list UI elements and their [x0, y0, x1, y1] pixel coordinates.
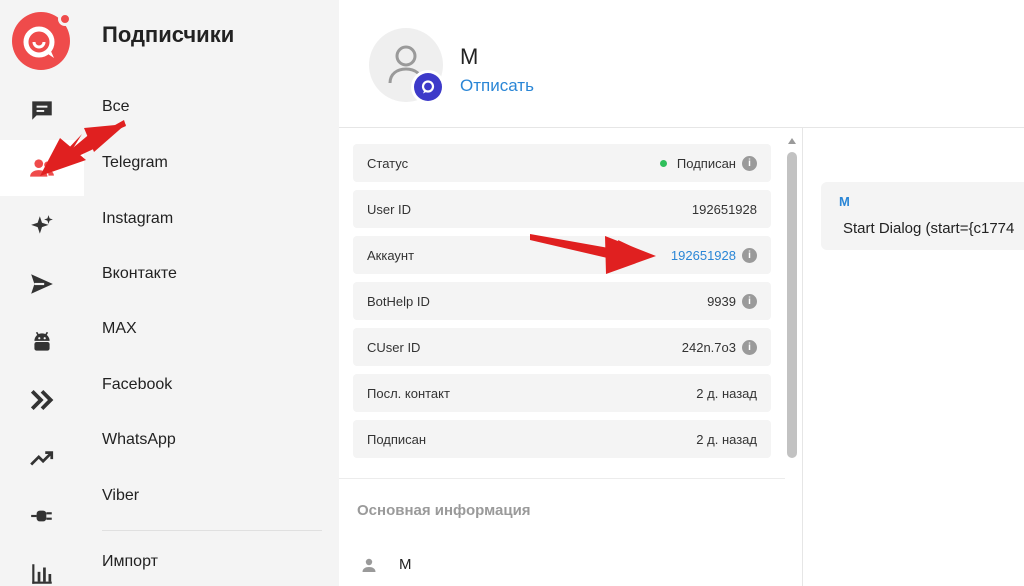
- info-label: Статус: [367, 156, 409, 171]
- notification-dot: [58, 12, 72, 26]
- trending-up-icon: [30, 451, 54, 466]
- user-name: М: [460, 44, 479, 69]
- bothelp-id-value: 9939: [707, 294, 736, 309]
- bar-chart-icon: [32, 564, 52, 584]
- subscribed-value: 2 д. назад: [696, 432, 757, 447]
- android-icon: [34, 331, 50, 351]
- info-icon[interactable]: i: [742, 294, 757, 309]
- subnav-item-vkontakte[interactable]: Вконтакте: [102, 265, 177, 283]
- person-name-value: М: [399, 556, 412, 573]
- info-value-cuser-id: 242n.7o3 i: [682, 340, 757, 355]
- info-label: Аккаунт: [367, 248, 415, 263]
- users-icon: [30, 159, 54, 177]
- plug-icon: [31, 510, 52, 522]
- info-value-status: Подписан i: [659, 156, 757, 171]
- section-title-main-info: Основная информация: [357, 502, 531, 519]
- message-bubble: М Start Dialog (start={c1774: [821, 182, 1024, 250]
- subscriber-info-panel: Статус Подписан i User ID 192651928 Акка…: [339, 128, 803, 586]
- message-text: Start Dialog (start={c1774: [843, 220, 1015, 237]
- subnav-item-all[interactable]: Все: [102, 98, 130, 116]
- scrollbar[interactable]: [787, 138, 797, 586]
- subnav-title: Подписчики: [102, 22, 235, 47]
- info-value-bothelp-id: 9939 i: [707, 294, 757, 309]
- nav-integrations[interactable]: [0, 488, 84, 544]
- info-value-account: 192651928 i: [671, 248, 757, 263]
- account-link[interactable]: 192651928: [671, 248, 736, 263]
- info-row-last-contact: Посл. контакт 2 д. назад: [353, 374, 771, 412]
- subnav-item-instagram[interactable]: Instagram: [102, 210, 173, 228]
- subnav-item-telegram[interactable]: Telegram: [102, 154, 168, 172]
- status-value: Подписан: [676, 156, 736, 171]
- field-name-row: М: [361, 556, 412, 573]
- section-divider: [339, 478, 785, 479]
- person-icon: [362, 558, 376, 572]
- info-row-user-id: User ID 192651928: [353, 190, 771, 228]
- nav-bots[interactable]: [0, 314, 84, 370]
- user-id-value: 192651928: [691, 202, 757, 217]
- info-icon[interactable]: i: [742, 248, 757, 263]
- chat-icon: [32, 101, 52, 120]
- nav-growth[interactable]: [0, 430, 84, 486]
- unsubscribe-link[interactable]: Отписать: [460, 76, 534, 96]
- subnav-item-whatsapp[interactable]: WhatsApp: [102, 431, 176, 449]
- info-row-status: Статус Подписан i: [353, 144, 771, 182]
- chevrons-right-icon: [30, 389, 54, 411]
- cuser-id-value: 242n.7o3: [681, 340, 736, 355]
- nav-analytics[interactable]: [0, 546, 84, 586]
- info-label: CUser ID: [367, 340, 421, 355]
- last-contact-value: 2 д. назад: [696, 386, 757, 401]
- info-row-account: Аккаунт 192651928 i: [353, 236, 771, 274]
- icon-rail: [0, 0, 84, 586]
- info-label: Посл. контакт: [367, 386, 450, 401]
- app-root: Подписчики Все Telegram Instagram Вконта…: [0, 0, 1024, 586]
- info-icon[interactable]: i: [742, 340, 757, 355]
- subnav-item-max[interactable]: MAX: [102, 320, 137, 338]
- scroll-up-arrow-icon[interactable]: [788, 138, 796, 144]
- brand-logo[interactable]: [12, 12, 72, 70]
- dialog-panel: М Start Dialog (start={c1774: [803, 128, 1024, 586]
- info-row-subscribed: Подписан 2 д. назад: [353, 420, 771, 458]
- max-messenger-icon: [421, 80, 435, 94]
- info-label: User ID: [367, 202, 412, 217]
- info-label: Подписан: [367, 432, 427, 447]
- status-dot-icon: [659, 160, 667, 167]
- info-icon[interactable]: i: [742, 156, 757, 171]
- nav-subscribers[interactable]: [0, 140, 84, 196]
- messenger-badge: [411, 70, 445, 104]
- sparkles-icon: [31, 215, 53, 234]
- message-author: М: [839, 194, 850, 209]
- info-label: BotHelp ID: [367, 294, 430, 309]
- subnav-item-viber[interactable]: Viber: [102, 487, 139, 505]
- info-row-bothelp-id: BotHelp ID 9939 i: [353, 282, 771, 320]
- info-row-cuser-id: CUser ID 242n.7o3 i: [353, 328, 771, 366]
- nav-triggers[interactable]: [0, 372, 84, 428]
- nav-ai[interactable]: [0, 198, 84, 254]
- send-icon: [31, 274, 53, 294]
- scroll-thumb[interactable]: [787, 152, 797, 458]
- subnav-item-import[interactable]: Импорт: [102, 553, 158, 571]
- subnav-divider: [102, 530, 322, 531]
- subscribers-nav: Подписчики Все Telegram Instagram Вконта…: [84, 0, 339, 586]
- profile-header: М Отписать: [339, 0, 1024, 128]
- nav-broadcasts[interactable]: [0, 256, 84, 312]
- nav-chats[interactable]: [0, 82, 84, 138]
- subnav-item-facebook[interactable]: Facebook: [102, 376, 172, 394]
